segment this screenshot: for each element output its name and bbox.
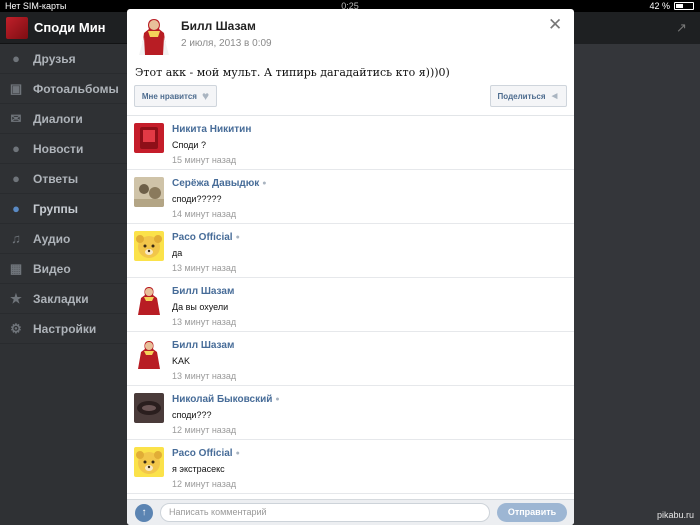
- sidebar-item-answers[interactable]: ● Ответы: [0, 164, 127, 194]
- comment-time: 12 минут назад: [172, 425, 237, 435]
- online-indicator-icon: ●: [235, 450, 240, 457]
- group-icon: ●: [12, 201, 20, 216]
- star-icon: ★: [10, 290, 22, 306]
- sidebar-item-friends[interactable]: ● Друзья: [0, 44, 127, 74]
- sidebar: Споди Мин ● Друзья ▣ Фотоальбомы ✉ Диало…: [0, 12, 127, 525]
- list-item: Серёжа Давыдюк ● споди????? 14 минут наза…: [127, 170, 574, 224]
- avatar[interactable]: [134, 393, 164, 423]
- watermark: pikabu.ru: [656, 510, 694, 520]
- sidebar-item-label: Настройки: [33, 321, 97, 336]
- avatar[interactable]: [134, 231, 164, 261]
- post-modal: Билл Шазам 2 июля, 2013 в 0:09 ✕ Этот ак…: [127, 9, 574, 525]
- sidebar-user-name: Споди Мин: [34, 20, 106, 35]
- scroll-up-icon[interactable]: ↑: [135, 504, 153, 522]
- person-icon: ●: [12, 51, 20, 66]
- avatar[interactable]: [134, 177, 164, 207]
- comment-author[interactable]: Билл Шазам: [172, 340, 234, 351]
- post-header: Билл Шазам 2 июля, 2013 в 0:09 ✕ Этот ак…: [127, 9, 574, 79]
- comment-time: 12 минут назад: [172, 479, 237, 489]
- share-button[interactable]: Поделиться ◄: [490, 85, 567, 107]
- sidebar-item-label: Новости: [33, 141, 84, 156]
- comment-author[interactable]: Никита Никитин: [172, 124, 251, 135]
- chat-bubbles-icon: ●: [12, 171, 20, 186]
- sidebar-item-bookmarks[interactable]: ★ Закладки: [0, 284, 127, 314]
- comment-author[interactable]: Билл Шазам: [172, 286, 234, 297]
- sidebar-item-label: Аудио: [33, 231, 71, 246]
- list-item: Билл Шазам Да вы охуели 13 минут назад: [127, 278, 574, 332]
- send-button[interactable]: Отправить: [497, 503, 567, 522]
- comment-author[interactable]: Paco Official ●: [172, 232, 240, 243]
- sidebar-item-video[interactable]: ▦ Видео: [0, 254, 127, 284]
- post-text: Этот акк - мой мульт. А типирь дагадайти…: [135, 66, 450, 79]
- list-item: Никита Никитин Споди ? 15 минут назад: [127, 116, 574, 170]
- sidebar-item-news[interactable]: ● Новости: [0, 134, 127, 164]
- speech-bubble-icon: ●: [12, 141, 20, 156]
- comment-text: споди???: [172, 410, 212, 420]
- avatar[interactable]: [134, 123, 164, 153]
- comment-text: я экстрасекс: [172, 464, 225, 474]
- battery-icon: [674, 2, 694, 10]
- online-indicator-icon: ●: [275, 396, 280, 403]
- film-icon: ▦: [9, 260, 23, 276]
- online-indicator-icon: ●: [235, 234, 240, 241]
- battery-percent: 42 %: [649, 1, 670, 11]
- sidebar-item-label: Ответы: [33, 171, 79, 186]
- sidebar-item-photos[interactable]: ▣ Фотоальбомы: [0, 74, 127, 104]
- sidebar-item-label: Фотоальбомы: [33, 81, 119, 96]
- sidebar-item-label: Друзья: [33, 51, 76, 66]
- sidebar-item-audio[interactable]: ♫ Аудио: [0, 224, 127, 254]
- list-item: Paco Official ● да 13 минут назад: [127, 224, 574, 278]
- close-icon[interactable]: ✕: [548, 16, 562, 33]
- sidebar-item-label: Диалоги: [33, 111, 83, 126]
- background-content: [574, 44, 700, 525]
- top-bar-right: ↗: [574, 12, 700, 44]
- post-date: 2 июля, 2013 в 0:09: [181, 38, 272, 49]
- comment-author[interactable]: Paco Official ●: [172, 448, 240, 459]
- comment-time: 14 минут назад: [172, 209, 237, 219]
- comment-input[interactable]: Написать комментарий: [160, 503, 490, 522]
- avatar: [6, 16, 28, 39]
- envelope-icon: ✉: [10, 110, 22, 126]
- like-button[interactable]: Мне нравится ♥: [134, 85, 217, 107]
- comment-time: 13 минут назад: [172, 317, 237, 327]
- megaphone-icon: ◄: [549, 90, 560, 102]
- comment-time: 15 минут назад: [172, 155, 237, 165]
- share-icon[interactable]: ↗: [676, 20, 692, 35]
- avatar[interactable]: [134, 447, 164, 477]
- sidebar-item-label: Видео: [33, 261, 71, 276]
- like-label: Мне нравится: [141, 91, 197, 101]
- post-author[interactable]: Билл Шазам: [181, 19, 256, 33]
- sidebar-profile[interactable]: Споди Мин: [0, 12, 127, 44]
- comment-list[interactable]: Никита Никитин Споди ? 15 минут назад Се…: [127, 115, 574, 499]
- list-item: Николай Быковский ● споди??? 12 минут наз…: [127, 386, 574, 440]
- comment-author[interactable]: Серёжа Давыдюк ●: [172, 178, 267, 189]
- comment-text: KAK: [172, 356, 191, 366]
- gear-icon: ⚙: [10, 320, 22, 336]
- camera-icon: ▣: [9, 80, 23, 96]
- comment-text: споди?????: [172, 194, 222, 204]
- sidebar-item-groups[interactable]: ● Группы: [0, 194, 127, 224]
- list-item: Paco Official ● я экстрасекс 12 минут наз…: [127, 440, 574, 494]
- comment-time: 13 минут назад: [172, 263, 237, 273]
- list-item: Билл Шазам KAK 13 минут назад: [127, 332, 574, 386]
- avatar[interactable]: [134, 339, 164, 369]
- comment-text: Да вы охуели: [172, 302, 229, 312]
- comment-compose-bar: ↑ Написать комментарий Отправить: [127, 499, 574, 525]
- comment-author[interactable]: Николай Быковский ●: [172, 394, 280, 405]
- comment-text: да: [172, 248, 183, 258]
- avatar[interactable]: [134, 285, 164, 315]
- comment-text: Споди ?: [172, 140, 206, 150]
- music-note-icon: ♫: [11, 231, 21, 246]
- sidebar-item-label: Закладки: [33, 291, 89, 306]
- sidebar-item-dialogs[interactable]: ✉ Диалоги: [0, 104, 127, 134]
- sidebar-item-label: Группы: [33, 201, 78, 216]
- share-label: Поделиться: [497, 91, 546, 101]
- post-actions: Мне нравится ♥ Поделиться ◄: [127, 85, 574, 113]
- sidebar-item-settings[interactable]: ⚙ Настройки: [0, 314, 127, 344]
- heart-icon: ♥: [201, 89, 210, 103]
- comment-time: 13 минут назад: [172, 371, 237, 381]
- online-indicator-icon: ●: [262, 180, 267, 187]
- avatar[interactable]: [135, 15, 173, 59]
